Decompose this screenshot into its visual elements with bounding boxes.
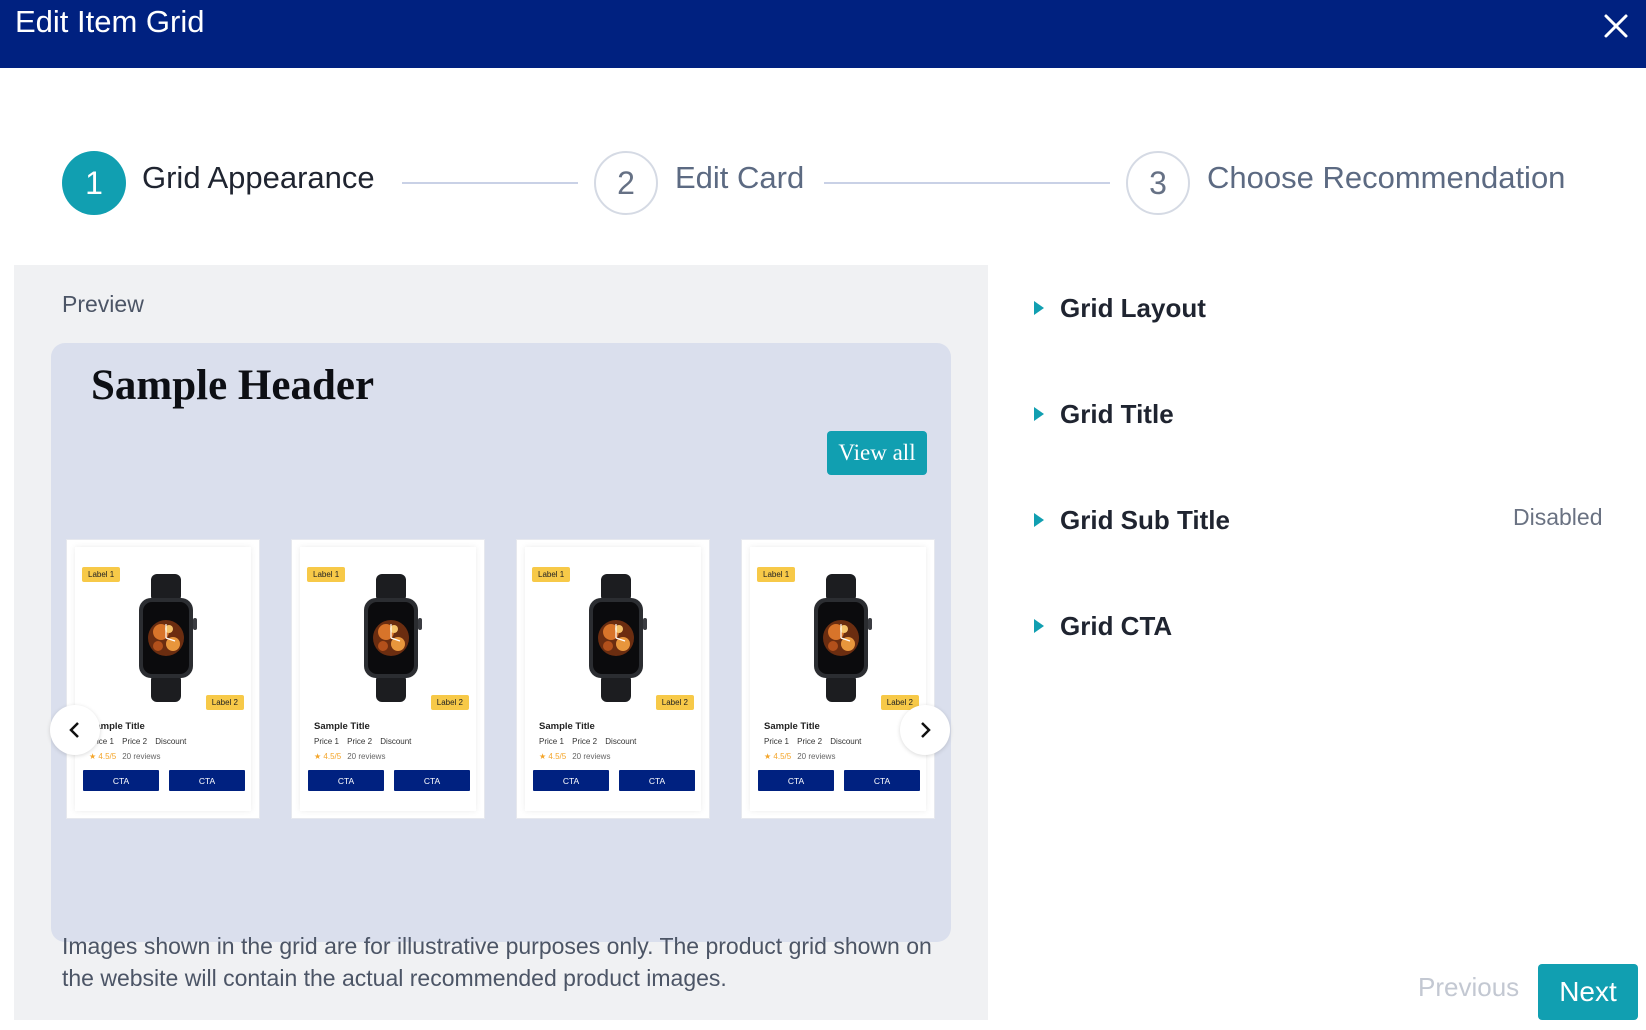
watch-image xyxy=(589,574,647,702)
price-1: Price 1 xyxy=(539,737,564,746)
product-rating: ★ 4.5/5 20 reviews xyxy=(539,752,610,761)
accordion-grid-cta[interactable]: Grid CTA xyxy=(1030,606,1172,646)
product-card[interactable]: Label 1 Label 2 Sample Title Price 1 Pri… xyxy=(66,539,260,819)
cta-button[interactable]: CTA xyxy=(619,770,695,791)
next-button[interactable]: Next xyxy=(1538,964,1638,1020)
cta-button[interactable]: CTA xyxy=(533,770,609,791)
step-3-label[interactable]: Choose Recommendation xyxy=(1207,160,1565,196)
rating-score: 4.5/5 xyxy=(773,752,792,761)
product-card-body: Label 1 Label 2 Sample Title Price 1 Pri… xyxy=(75,547,251,811)
product-card-body: Label 1 Label 2 Sample Title Price 1 Pri… xyxy=(300,547,476,811)
accordion-label: Grid Sub Title xyxy=(1060,504,1230,535)
accordion-label: Grid Title xyxy=(1060,398,1174,429)
product-title: Sample Title xyxy=(314,721,370,732)
product-card-body: Label 1 Label 2 Sample Title Price 1 Pri… xyxy=(525,547,701,811)
caret-right-icon xyxy=(1034,619,1044,633)
review-count: 20 reviews xyxy=(122,752,161,761)
step-2-number[interactable]: 2 xyxy=(594,151,658,215)
product-prices: Price 1 Price 2 Discount xyxy=(764,737,867,746)
label-badge-1: Label 1 xyxy=(757,567,796,582)
product-card[interactable]: Label 1 Label 2 Sample Title Price 1 Pri… xyxy=(516,539,710,819)
accordion-grid-sub-title[interactable]: Grid Sub Title xyxy=(1030,500,1230,540)
product-prices: Price 1 Price 2 Discount xyxy=(314,737,417,746)
close-icon xyxy=(1604,14,1628,38)
modal-title: Edit Item Grid xyxy=(15,4,205,39)
label-badge-2: Label 2 xyxy=(430,695,469,710)
price-2: Price 2 xyxy=(572,737,598,746)
step-1-label[interactable]: Grid Appearance xyxy=(142,160,375,196)
review-count: 20 reviews xyxy=(347,752,386,761)
product-rating: ★ 4.5/5 20 reviews xyxy=(314,752,385,761)
chevron-right-icon xyxy=(921,722,931,738)
product-card[interactable]: Label 1 Label 2 Sample Title Price 1 Pri… xyxy=(291,539,485,819)
cta-button[interactable]: CTA xyxy=(83,770,159,791)
discount: Discount xyxy=(380,737,412,746)
rating-score: 4.5/5 xyxy=(323,752,342,761)
discount: Discount xyxy=(830,737,862,746)
star-icon: ★ xyxy=(314,752,324,761)
accordion-label: Grid CTA xyxy=(1060,610,1173,641)
cta-button[interactable]: CTA xyxy=(394,770,470,791)
carousel-next-button[interactable] xyxy=(900,705,950,755)
step-1-number[interactable]: 1 xyxy=(62,151,126,215)
step-connector xyxy=(402,182,578,184)
star-icon: ★ xyxy=(89,752,99,761)
price-2: Price 2 xyxy=(797,737,823,746)
chevron-left-icon xyxy=(69,722,79,738)
accordion-grid-title[interactable]: Grid Title xyxy=(1030,394,1174,434)
cta-button[interactable]: CTA xyxy=(844,770,920,791)
label-badge-1: Label 1 xyxy=(532,567,571,582)
view-all-button[interactable]: View all xyxy=(827,431,927,475)
close-button[interactable] xyxy=(1596,6,1636,46)
product-prices: Price 1 Price 2 Discount xyxy=(539,737,642,746)
grid-sub-title-status: Disabled xyxy=(1513,504,1603,530)
caret-right-icon xyxy=(1034,407,1044,421)
price-1: Price 1 xyxy=(764,737,789,746)
modal-header: Edit Item Grid xyxy=(0,0,1646,68)
cta-button[interactable]: CTA xyxy=(308,770,384,791)
product-card-body: Label 1 Label 2 Sample Title Price 1 Pri… xyxy=(750,547,926,811)
discount: Discount xyxy=(155,737,187,746)
cta-button[interactable]: CTA xyxy=(758,770,834,791)
discount: Discount xyxy=(605,737,637,746)
step-3-number[interactable]: 3 xyxy=(1126,151,1190,215)
product-rating: ★ 4.5/5 20 reviews xyxy=(89,752,160,761)
product-title: Sample Title xyxy=(539,721,595,732)
accordion-label: Grid Layout xyxy=(1060,292,1206,323)
step-2-label[interactable]: Edit Card xyxy=(675,160,804,196)
watch-image xyxy=(814,574,872,702)
product-card[interactable]: Label 1 Label 2 Sample Title Price 1 Pri… xyxy=(741,539,935,819)
caret-right-icon xyxy=(1034,301,1044,315)
label-badge-1: Label 1 xyxy=(82,567,121,582)
accordion-grid-layout[interactable]: Grid Layout xyxy=(1030,288,1206,328)
previous-button[interactable]: Previous xyxy=(1418,972,1519,1003)
preview-label: Preview xyxy=(62,291,144,317)
product-prices: Price 1 Price 2 Discount xyxy=(89,737,192,746)
rating-score: 4.5/5 xyxy=(548,752,567,761)
price-1: Price 1 xyxy=(314,737,339,746)
step-connector xyxy=(824,182,1110,184)
product-title: Sample Title xyxy=(764,721,820,732)
review-count: 20 reviews xyxy=(572,752,611,761)
label-badge-2: Label 2 xyxy=(655,695,694,710)
carousel-prev-button[interactable] xyxy=(50,705,100,755)
review-count: 20 reviews xyxy=(797,752,836,761)
price-2: Price 2 xyxy=(122,737,148,746)
price-2: Price 2 xyxy=(347,737,373,746)
caret-right-icon xyxy=(1034,513,1044,527)
product-rating: ★ 4.5/5 20 reviews xyxy=(764,752,835,761)
cta-button[interactable]: CTA xyxy=(169,770,245,791)
watch-image xyxy=(139,574,197,702)
grid-sample-header: Sample Header xyxy=(91,362,375,409)
label-badge-1: Label 1 xyxy=(307,567,346,582)
preview-disclaimer: Images shown in the grid are for illustr… xyxy=(62,933,932,991)
rating-score: 4.5/5 xyxy=(98,752,117,761)
watch-image xyxy=(364,574,422,702)
star-icon: ★ xyxy=(764,752,774,761)
label-badge-2: Label 2 xyxy=(205,695,244,710)
star-icon: ★ xyxy=(539,752,549,761)
